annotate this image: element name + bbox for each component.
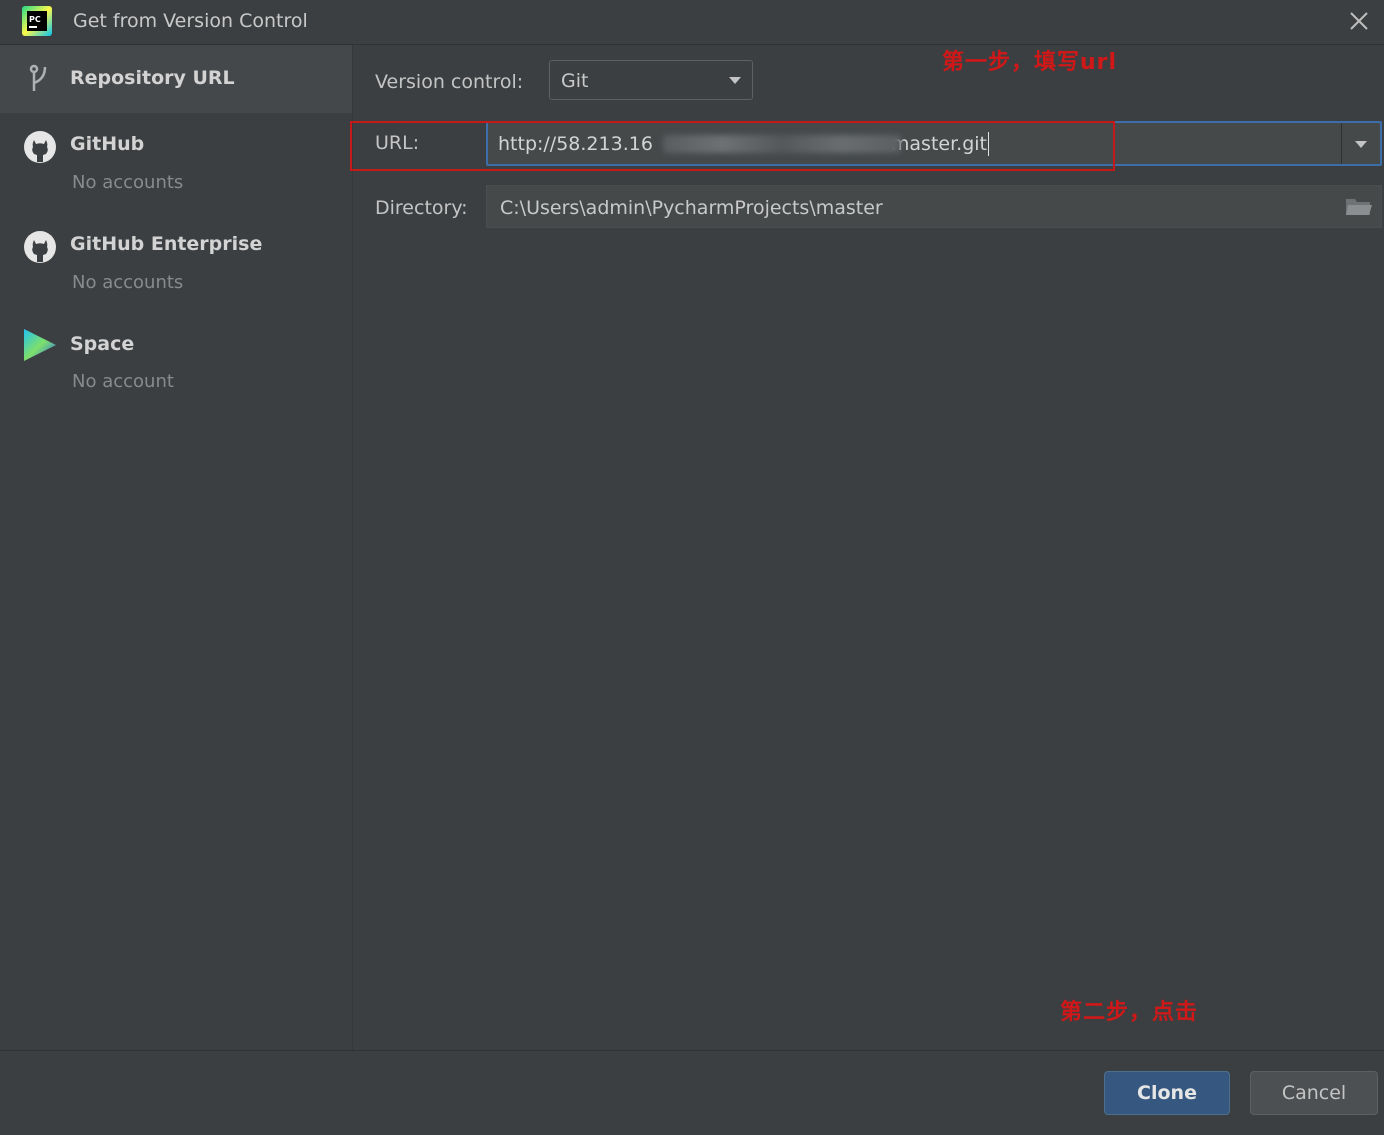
sidebar-item-sub: No accounts — [72, 272, 184, 293]
folder-icon[interactable] — [1345, 195, 1373, 217]
pycharm-icon: PC — [22, 6, 52, 36]
sidebar-item-github[interactable]: GitHub No accounts — [0, 123, 352, 213]
directory-input[interactable] — [498, 186, 1322, 229]
url-redacted-blur — [663, 135, 901, 153]
version-control-label: Version control: — [375, 71, 524, 93]
sidebar-item-sub: No account — [72, 371, 174, 392]
sidebar-item-sub: No accounts — [72, 172, 184, 193]
url-value-start: http://58.213.16 — [498, 132, 653, 155]
url-value-end: master.git — [890, 132, 987, 155]
sidebar-item-label: Repository URL — [70, 67, 235, 89]
svg-text:PC: PC — [29, 15, 41, 24]
sidebar-item-repository-url[interactable]: Repository URL — [0, 45, 352, 113]
window-title: Get from Version Control — [73, 10, 308, 32]
title-bar: PC Get from Version Control — [0, 0, 1384, 45]
sidebar-item-label: GitHub Enterprise — [70, 233, 263, 255]
directory-field[interactable] — [486, 185, 1382, 229]
sidebar-item-github-enterprise[interactable]: GitHub Enterprise No accounts — [0, 223, 352, 313]
version-control-select[interactable]: Git — [549, 60, 753, 100]
version-control-value: Git — [561, 70, 589, 92]
annotation-step1: 第一步，填写url — [942, 50, 1118, 75]
sidebar-item-space[interactable]: Space No account — [0, 323, 352, 413]
directory-label: Directory: — [375, 197, 468, 219]
sidebar-item-label: Space — [70, 333, 135, 355]
cancel-button[interactable]: Cancel — [1250, 1071, 1378, 1115]
sidebar: Repository URL GitHub No accounts GitHub… — [0, 45, 353, 1050]
close-icon[interactable] — [1346, 8, 1372, 34]
text-cursor — [988, 131, 989, 156]
sidebar-item-label: GitHub — [70, 133, 145, 155]
chevron-down-icon — [729, 77, 741, 84]
url-label: URL: — [375, 132, 420, 154]
clone-button[interactable]: Clone — [1104, 1071, 1230, 1115]
github-icon — [24, 231, 56, 263]
github-icon — [24, 131, 56, 163]
space-icon — [24, 329, 56, 361]
url-history-dropdown[interactable] — [1341, 123, 1380, 164]
url-input[interactable]: http://58.213.16 master.git — [498, 123, 1338, 164]
annotation-step2: 第二步，点击 — [1060, 1000, 1199, 1025]
url-field[interactable]: http://58.213.16 master.git — [486, 121, 1382, 166]
chevron-down-icon — [1355, 141, 1367, 148]
branch-icon — [29, 64, 47, 91]
